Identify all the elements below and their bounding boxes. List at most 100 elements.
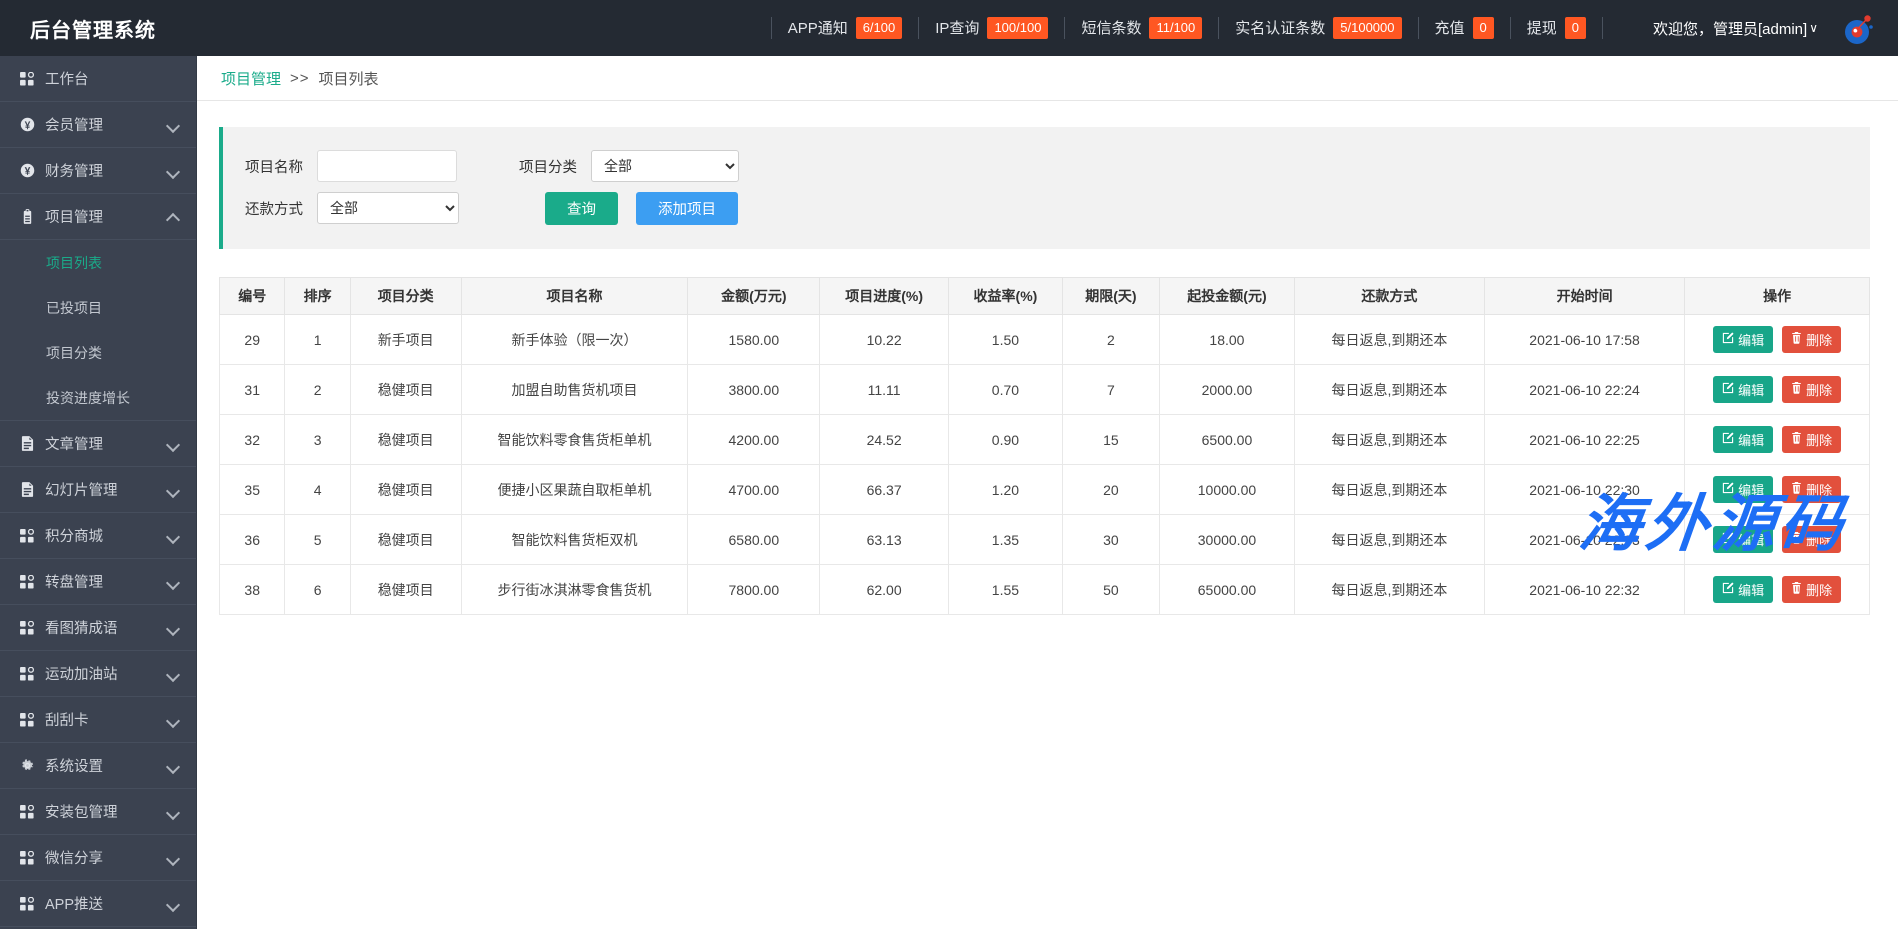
sidebar-item-4[interactable]: 文章管理 <box>0 421 196 467</box>
cell-actions: 编辑删除 <box>1685 465 1870 515</box>
chevron-up-icon[interactable] <box>167 211 179 223</box>
header-stat[interactable]: IP查询100/100 <box>935 17 1048 39</box>
sidebar-item-1[interactable]: 会员管理 <box>0 102 196 148</box>
table-row: 312稳健项目加盟自助售货机项目3800.0011.110.7072000.00… <box>220 365 1870 415</box>
delete-button[interactable]: 删除 <box>1782 476 1841 503</box>
repay-method-select[interactable]: 全部 <box>317 192 459 224</box>
cell-term: 15 <box>1062 415 1159 465</box>
header-stat[interactable]: 充值0 <box>1435 17 1494 39</box>
table-row: 291新手项目新手体验（限一次）1580.0010.221.50218.00每日… <box>220 315 1870 365</box>
sidebar-subitem-3[interactable]: 投资进度增长 <box>0 375 196 420</box>
edit-button[interactable]: 编辑 <box>1713 576 1773 603</box>
sidebar-item-label: 项目管理 <box>45 206 167 227</box>
project-name-label: 项目名称 <box>245 156 303 177</box>
sidebar-item-9[interactable]: 运动加油站 <box>0 651 196 697</box>
header-stat[interactable]: 短信条数11/100 <box>1081 17 1202 39</box>
chevron-down-icon[interactable] <box>167 760 179 772</box>
delete-button[interactable]: 删除 <box>1782 576 1841 603</box>
sidebar-item-0[interactable]: 工作台 <box>0 56 196 102</box>
header-stat-badge: 0 <box>1473 17 1494 39</box>
header-stat[interactable]: 实名认证条数5/100000 <box>1235 17 1401 39</box>
app-brand-title: 后台管理系统 <box>0 14 197 43</box>
table-header-row: 编号排序项目分类项目名称金额(万元)项目进度(%)收益率(%)期限(天)起投金额… <box>220 278 1870 315</box>
sidebar-item-12[interactable]: 安装包管理 <box>0 789 196 835</box>
delete-button[interactable]: 删除 <box>1782 426 1841 453</box>
delete-button[interactable]: 删除 <box>1782 326 1841 353</box>
delete-button[interactable]: 删除 <box>1782 376 1841 403</box>
edit-button[interactable]: 编辑 <box>1713 526 1773 553</box>
cell-repay: 每日返息,到期还本 <box>1294 515 1484 565</box>
sidebar-item-7[interactable]: 转盘管理 <box>0 559 196 605</box>
cell-id: 38 <box>220 565 285 615</box>
cell-actions: 编辑删除 <box>1685 415 1870 465</box>
sidebar-item-6[interactable]: 积分商城 <box>0 513 196 559</box>
breadcrumb-separator: >> <box>290 70 310 87</box>
header-stat[interactable]: 提现0 <box>1527 17 1586 39</box>
delete-button-label: 删除 <box>1806 580 1832 599</box>
cell-min-invest: 65000.00 <box>1159 565 1294 615</box>
avatar[interactable] <box>1840 9 1878 47</box>
delete-button[interactable]: 删除 <box>1782 526 1841 553</box>
sidebar-subitem-1[interactable]: 已投项目 <box>0 285 196 330</box>
cell-min-invest: 30000.00 <box>1159 515 1294 565</box>
sidebar-item-8[interactable]: 看图猜成语 <box>0 605 196 651</box>
chevron-down-icon[interactable] <box>167 484 179 496</box>
sidebar-item-label: 系统设置 <box>45 755 167 776</box>
sidebar-item-3[interactable]: 项目管理 <box>0 194 196 240</box>
chevron-down-icon[interactable] <box>167 530 179 542</box>
cell-name: 步行街冰淇淋零食售货机 <box>461 565 688 615</box>
cell-name: 新手体验（限一次） <box>461 315 688 365</box>
sidebar-subitem-label: 项目分类 <box>46 343 102 363</box>
chevron-down-icon[interactable] <box>167 165 179 177</box>
chevron-down-icon[interactable] <box>167 576 179 588</box>
chevron-down-icon[interactable] <box>167 438 179 450</box>
cell-start-time: 2021-06-10 22:32 <box>1484 565 1684 615</box>
add-project-button[interactable]: 添加项目 <box>636 192 738 225</box>
chevron-down-icon[interactable] <box>167 119 179 131</box>
cell-term: 30 <box>1062 515 1159 565</box>
project-category-select[interactable]: 全部 <box>591 150 739 182</box>
header-stat-label: 短信条数 <box>1081 17 1141 38</box>
grid-icon <box>18 620 36 636</box>
sidebar-subitem-label: 投资进度增长 <box>46 388 130 408</box>
table-row: 386稳健项目步行街冰淇淋零食售货机7800.0062.001.55506500… <box>220 565 1870 615</box>
chevron-down-icon[interactable] <box>167 622 179 634</box>
edit-button[interactable]: 编辑 <box>1713 376 1773 403</box>
sidebar-item-10[interactable]: 刮刮卡 <box>0 697 196 743</box>
header-stat[interactable]: APP通知6/100 <box>788 17 903 39</box>
sidebar-item-2[interactable]: 财务管理 <box>0 148 196 194</box>
header-stat-badge: 5/100000 <box>1333 17 1401 39</box>
sidebar-item-5[interactable]: 幻灯片管理 <box>0 467 196 513</box>
sidebar-item-13[interactable]: 微信分享 <box>0 835 196 881</box>
chevron-down-icon[interactable] <box>167 668 179 680</box>
chevron-down-icon[interactable] <box>167 714 179 726</box>
cell-category: 稳健项目 <box>350 565 461 615</box>
sidebar-subitem-2[interactable]: 项目分类 <box>0 330 196 375</box>
edit-button[interactable]: 编辑 <box>1713 476 1773 503</box>
cell-min-invest: 2000.00 <box>1159 365 1294 415</box>
user-menu[interactable]: 欢迎您，管理员[admin]∨ <box>1653 18 1818 39</box>
finance-icon <box>18 163 36 179</box>
breadcrumb-parent[interactable]: 项目管理 <box>221 68 281 89</box>
cell-id: 32 <box>220 415 285 465</box>
sidebar-item-label: 会员管理 <box>45 114 167 135</box>
edit-button[interactable]: 编辑 <box>1713 426 1773 453</box>
sidebar-item-14[interactable]: APP推送 <box>0 881 196 927</box>
table-column-header-11: 操作 <box>1685 278 1870 315</box>
sidebar-subitem-0[interactable]: 项目列表 <box>0 240 196 285</box>
pencil-icon <box>1722 532 1734 547</box>
sidebar-item-11[interactable]: 系统设置 <box>0 743 196 789</box>
project-name-input[interactable] <box>317 150 457 182</box>
cell-sort: 6 <box>285 565 350 615</box>
query-button[interactable]: 查询 <box>545 192 618 225</box>
grid-icon <box>18 528 36 544</box>
chevron-down-icon[interactable] <box>167 852 179 864</box>
edit-button[interactable]: 编辑 <box>1713 326 1773 353</box>
cell-repay: 每日返息,到期还本 <box>1294 465 1484 515</box>
table-column-header-3: 项目名称 <box>461 278 688 315</box>
cell-term: 7 <box>1062 365 1159 415</box>
chevron-down-icon[interactable] <box>167 806 179 818</box>
chevron-down-icon[interactable] <box>167 898 179 910</box>
cell-start-time: 2021-06-10 17:58 <box>1484 315 1684 365</box>
row-action-group: 编辑 删除 <box>1685 576 1869 603</box>
